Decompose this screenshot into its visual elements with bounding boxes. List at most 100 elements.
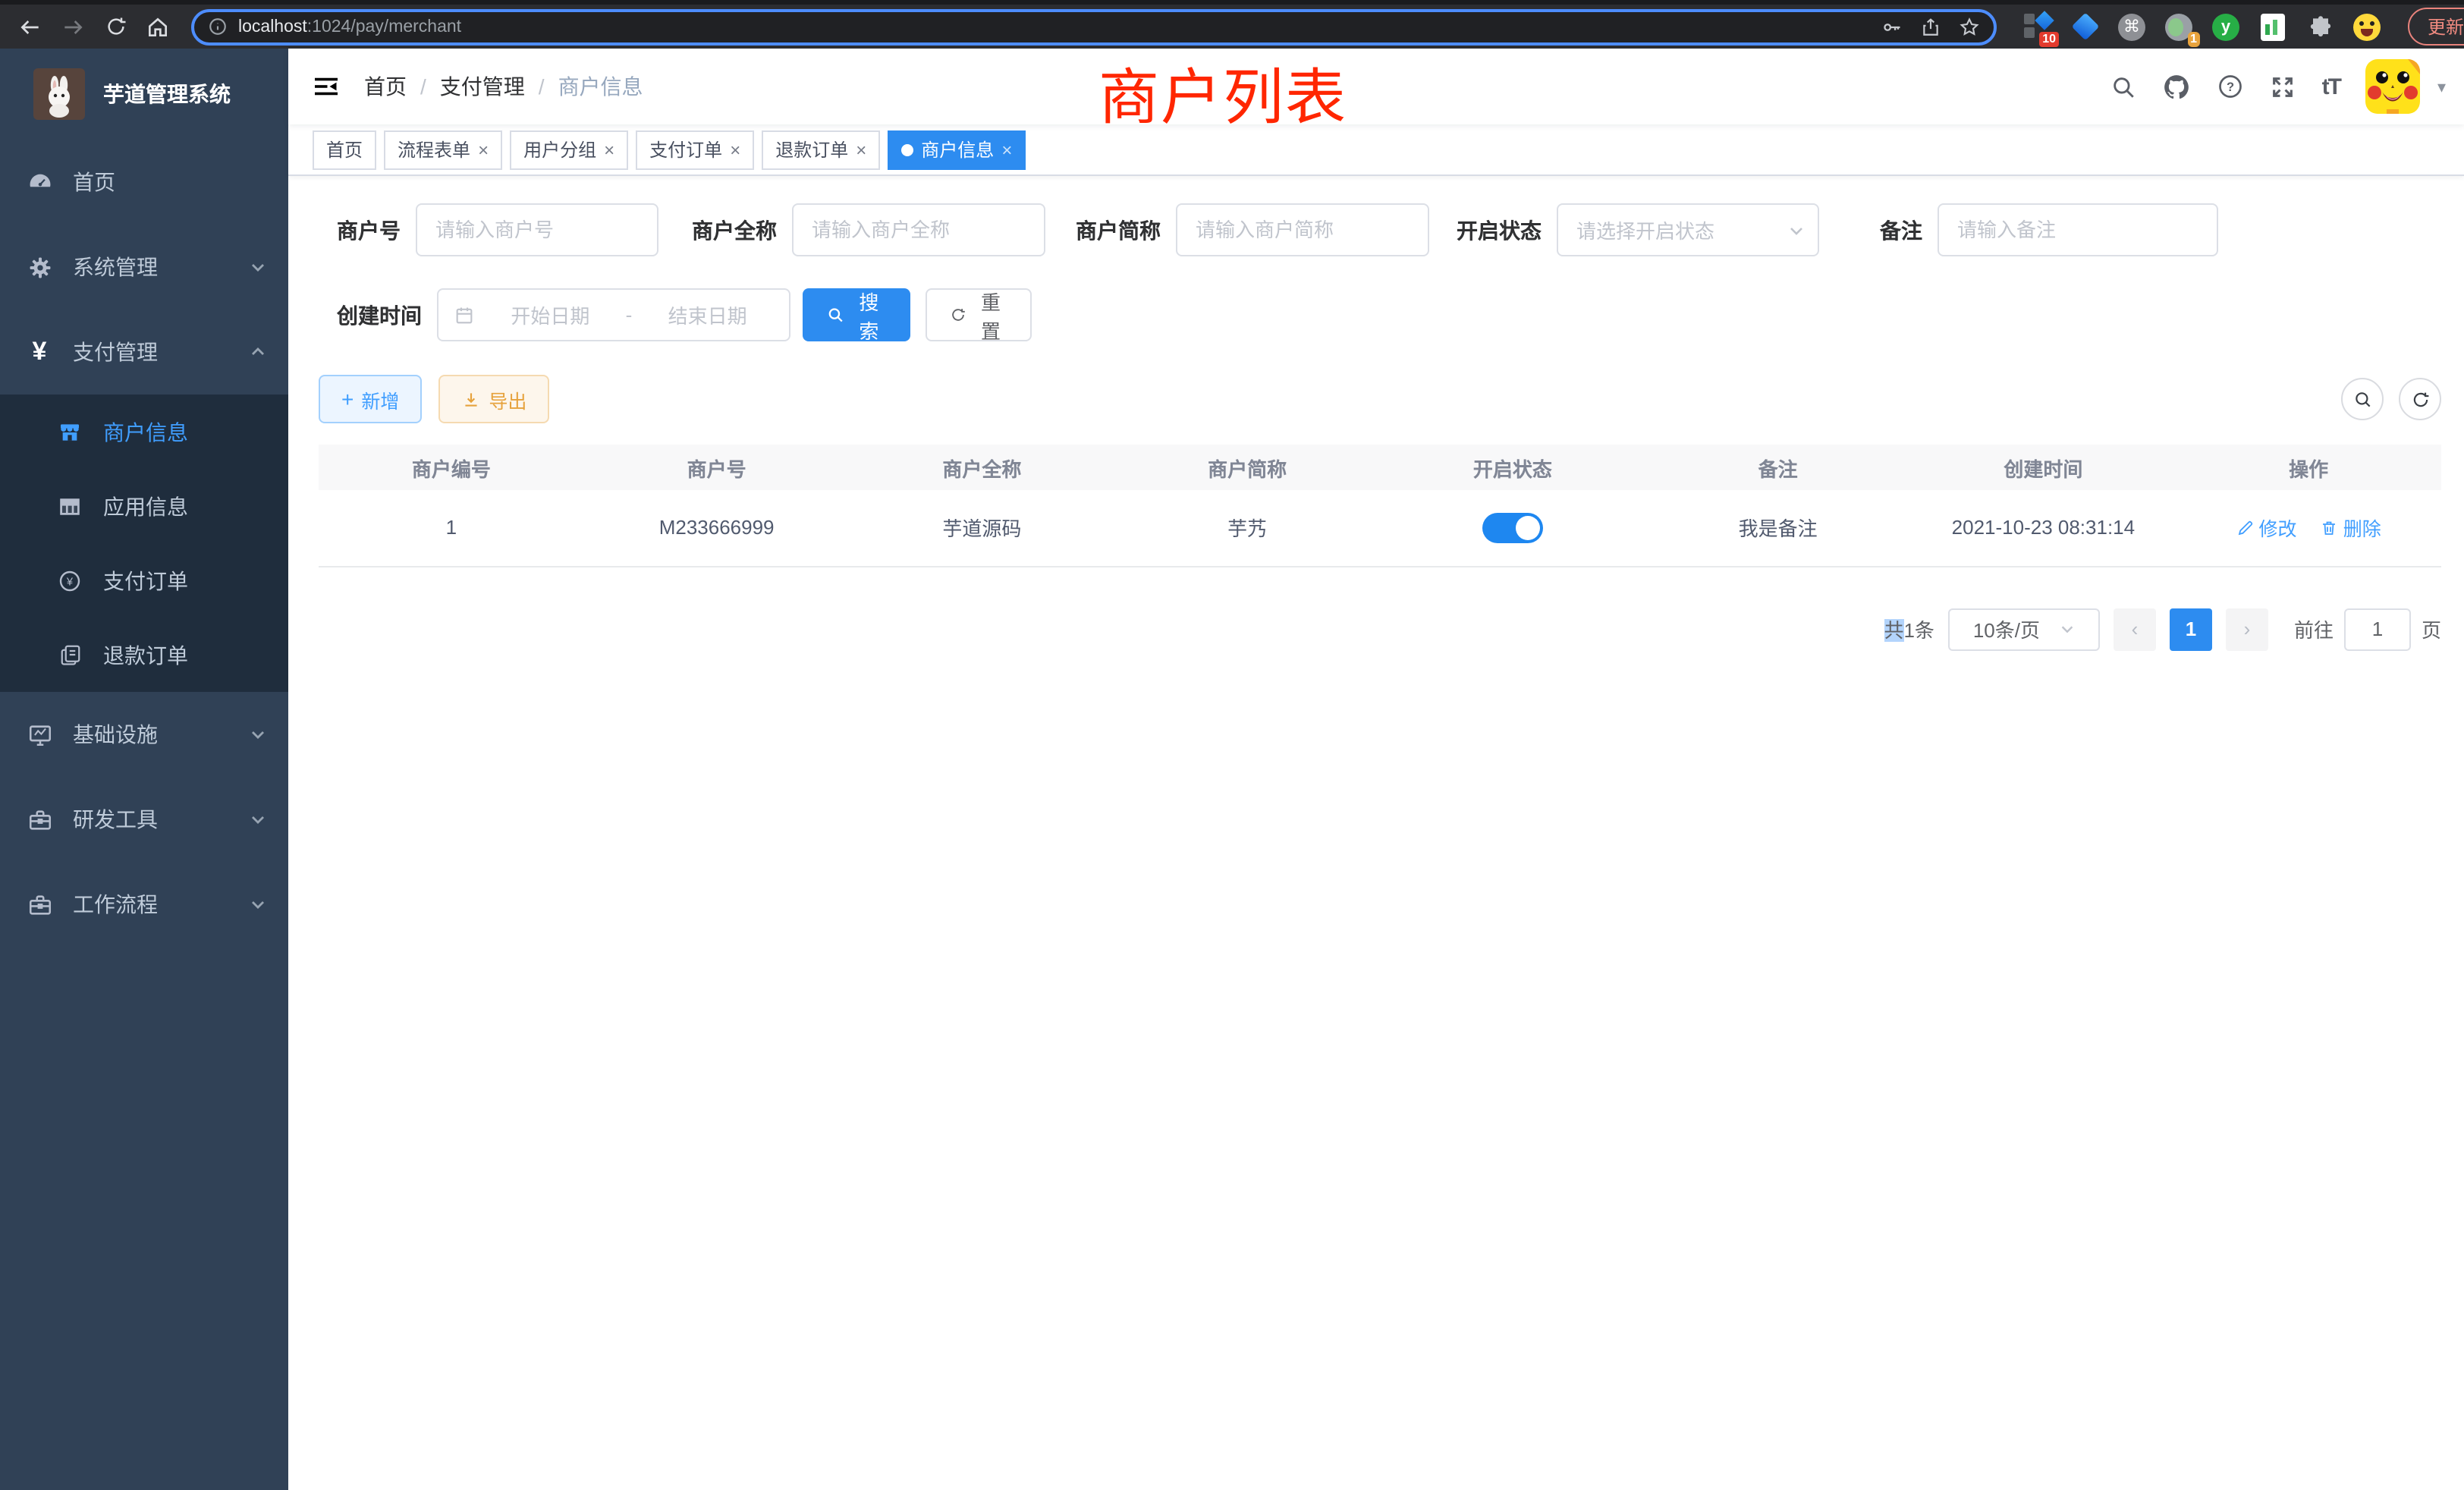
plus-icon: + [341, 388, 354, 410]
tab-label: 支付订单 [649, 137, 722, 162]
sidebar-item-merchant-info[interactable]: 商户信息 [0, 395, 288, 469]
profile-avatar-icon[interactable] [2353, 13, 2381, 40]
cell-short-name: 芋艿 [1114, 490, 1380, 566]
trash-icon [2321, 519, 2339, 537]
merchant-no-input[interactable] [416, 203, 658, 256]
caret-down-icon[interactable]: ▾ [2437, 77, 2446, 96]
sidebar-logo[interactable]: 芋道管理系统 [0, 49, 288, 140]
chevron-down-icon [249, 725, 267, 743]
extension-grid-icon[interactable]: 10 [2024, 13, 2051, 40]
font-size-icon[interactable]: tT [2322, 74, 2340, 99]
github-icon[interactable] [2163, 72, 2192, 101]
sidebar-item-app-info[interactable]: 应用信息 [0, 469, 288, 543]
cell-full-name: 芋道源码 [850, 490, 1115, 566]
user-avatar[interactable] [2366, 59, 2421, 114]
breadcrumb-home[interactable]: 首页 [364, 71, 407, 102]
breadcrumb-payment[interactable]: 支付管理 [440, 71, 525, 102]
cell-merchant-id: 1 [319, 490, 584, 566]
browser-forward-icon[interactable] [55, 8, 91, 45]
document-icon [56, 643, 83, 666]
remark-input[interactable] [1938, 203, 2218, 256]
full-name-input[interactable] [792, 203, 1045, 256]
sidebar-fold-icon[interactable] [313, 73, 340, 100]
share-icon[interactable] [1921, 16, 1941, 37]
browser-update-button[interactable]: 更新 [2408, 8, 2464, 46]
sidebar-item-home[interactable]: 首页 [0, 140, 288, 225]
sidebar-item-workflow[interactable]: 工作流程 [0, 862, 288, 947]
end-date-placeholder: 结束日期 [641, 300, 774, 329]
logo-rabbit-image [33, 68, 85, 120]
tab-user-group[interactable]: 用户分组 × [510, 130, 628, 169]
create-time-range-picker[interactable]: 开始日期 - 结束日期 [437, 288, 790, 341]
page-info-icon[interactable] [208, 17, 228, 36]
show-search-toggle-button[interactable] [2341, 378, 2384, 420]
close-icon[interactable]: × [856, 140, 866, 159]
calendar-icon [454, 304, 475, 325]
tab-process-form[interactable]: 流程表单 × [384, 130, 502, 169]
refresh-table-button[interactable] [2399, 378, 2441, 420]
chevron-down-icon [249, 895, 267, 913]
goto-page-input[interactable] [2344, 608, 2411, 650]
next-page-button[interactable]: › [2226, 608, 2268, 650]
short-name-input[interactable] [1176, 203, 1429, 256]
close-icon[interactable]: × [478, 140, 489, 159]
extension-lens-icon[interactable]: 1 [2165, 13, 2192, 40]
update-label: 更新 [2428, 17, 2464, 38]
sidebar-item-system[interactable]: 系统管理 [0, 225, 288, 310]
extension-command-icon[interactable]: ⌘ [2118, 13, 2145, 40]
refresh-icon [950, 305, 966, 325]
header-search-icon[interactable] [2111, 74, 2137, 99]
short-name-label: 商户简称 [1076, 215, 1161, 245]
chevron-up-icon [249, 343, 267, 361]
edit-link[interactable]: 修改 [2236, 514, 2296, 542]
extension-gem-icon[interactable] [2071, 13, 2098, 40]
export-button[interactable]: 导出 [438, 375, 549, 423]
fullscreen-icon[interactable] [2271, 74, 2296, 99]
extension-notes-icon[interactable] [2259, 13, 2286, 40]
tab-home[interactable]: 首页 [313, 130, 376, 169]
page-content: 商户号 商户全称 商户简称 开启状态 请选择开启状态 备注 [288, 176, 2464, 1490]
tab-pay-order[interactable]: 支付订单 × [636, 130, 754, 169]
tab-label: 商户信息 [921, 137, 994, 162]
browser-home-icon[interactable] [140, 8, 176, 45]
merchant-table: 商户编号 商户号 商户全称 商户简称 开启状态 备注 创建时间 操作 1 [319, 445, 2441, 567]
search-button[interactable]: 搜索 [803, 288, 910, 341]
status-select[interactable]: 请选择开启状态 [1557, 203, 1819, 256]
sidebar-item-refund-order[interactable]: 退款订单 [0, 618, 288, 692]
sidebar-item-pay-order[interactable]: ¥ 支付订单 [0, 543, 288, 618]
password-key-icon[interactable] [1881, 16, 1903, 37]
page-number-1[interactable]: 1 [2170, 608, 2212, 650]
tab-merchant-info[interactable]: 商户信息 × [888, 130, 1026, 169]
close-icon[interactable]: × [730, 140, 740, 159]
close-icon[interactable]: × [1001, 140, 1012, 159]
help-icon[interactable]: ? [2217, 73, 2245, 100]
url-path: :1024/pay/merchant [307, 17, 461, 36]
sidebar-item-dev-tools[interactable]: 研发工具 [0, 777, 288, 862]
status-toggle[interactable] [1482, 513, 1543, 543]
annotation-merchant-list: 商户列表 [1098, 49, 1347, 137]
pikachu-avatar-image [2366, 59, 2421, 114]
page-size-select[interactable]: 10条/页 [1948, 608, 2100, 650]
search-icon [2352, 389, 2372, 409]
extensions-puzzle-icon[interactable] [2306, 13, 2334, 40]
goto-label: 前往 [2294, 615, 2334, 643]
sidebar-item-infra[interactable]: 基础设施 [0, 692, 288, 777]
reset-button[interactable]: 重置 [926, 288, 1032, 341]
bookmark-star-icon[interactable] [1959, 16, 1980, 37]
remark-label: 备注 [1880, 215, 1922, 245]
prev-page-button[interactable]: ‹ [2114, 608, 2156, 650]
extension-y-icon[interactable]: y [2212, 13, 2239, 40]
close-icon[interactable]: × [604, 140, 614, 159]
table-header-row: 商户编号 商户号 商户全称 商户简称 开启状态 备注 创建时间 操作 [319, 445, 2441, 490]
breadcrumb: 首页 / 支付管理 / 商户信息 [364, 71, 643, 102]
browser-reload-icon[interactable] [97, 8, 134, 45]
delete-link[interactable]: 删除 [2321, 514, 2381, 542]
browser-back-icon[interactable] [12, 8, 49, 45]
sidebar: 芋道管理系统 首页 系统管理 ¥ 支付管理 [0, 49, 288, 1490]
tab-refund-order[interactable]: 退款订单 × [762, 130, 880, 169]
add-button[interactable]: + 新增 [319, 375, 422, 423]
address-bar[interactable]: localhost:1024/pay/merchant [191, 8, 1997, 45]
col-created-at: 创建时间 [1911, 445, 2176, 490]
create-time-label: 创建时间 [337, 300, 422, 330]
sidebar-item-payment[interactable]: ¥ 支付管理 [0, 310, 288, 395]
